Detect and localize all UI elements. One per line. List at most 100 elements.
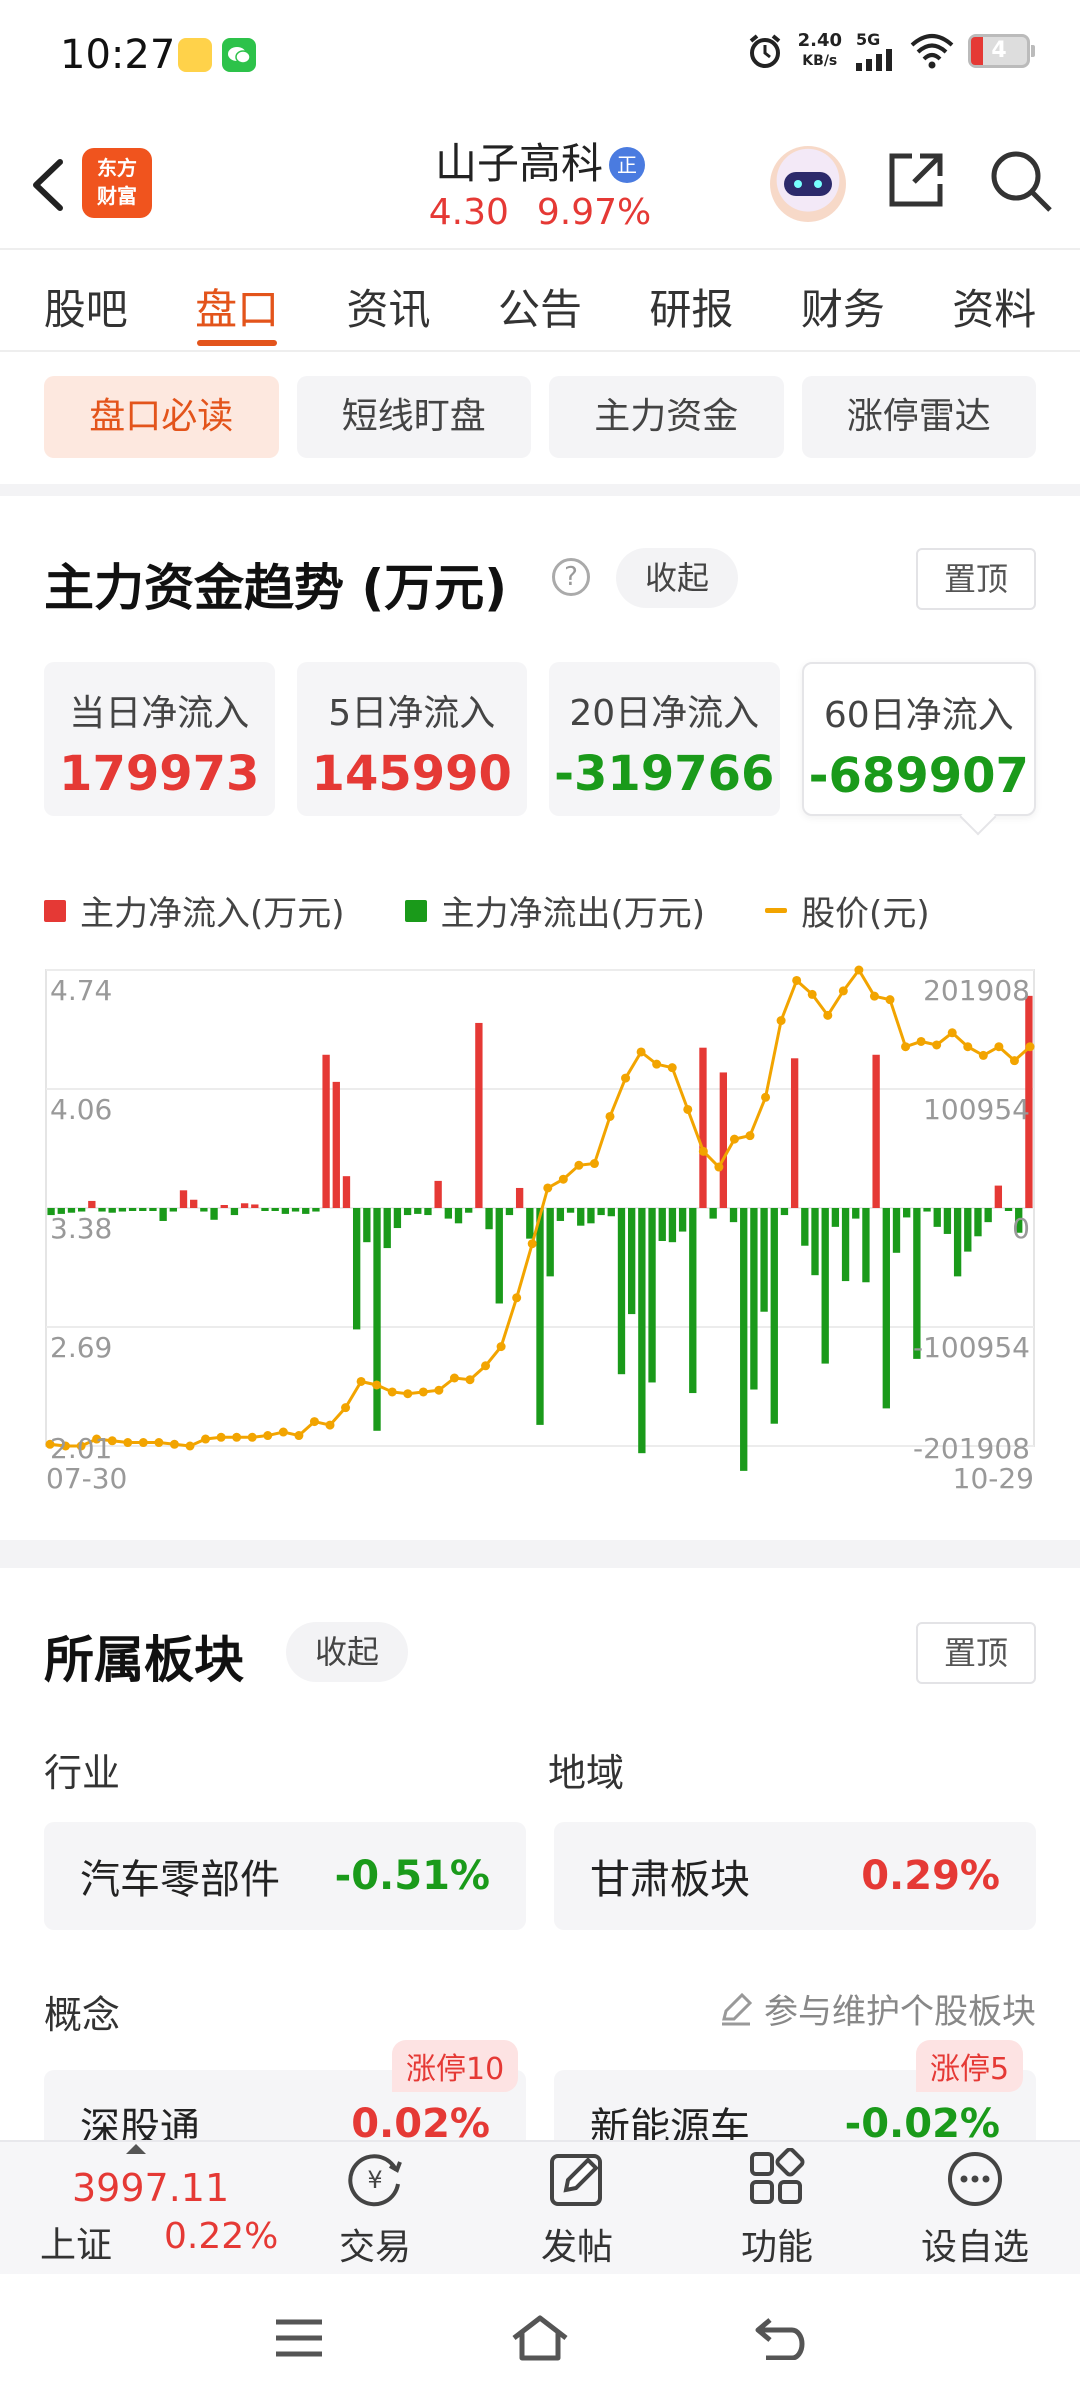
concept-name: 新能源车 xyxy=(590,2105,750,2140)
outflow-bar xyxy=(393,1208,402,1229)
signal-label: 5G xyxy=(856,30,881,49)
net-flow-card[interactable]: 60日净流入 -689907 xyxy=(801,662,1036,816)
subtab-4[interactable]: 涨停雷达 xyxy=(801,376,1036,458)
net-flow-card[interactable]: 20日净流入 -319766 xyxy=(549,662,780,816)
maintain-sector-link[interactable]: 参与维护个股板块 xyxy=(718,1984,1036,2033)
cell-signal-icon: 5G xyxy=(856,30,896,71)
tab-7[interactable]: 资料 xyxy=(948,270,1040,350)
price-point xyxy=(807,989,817,999)
outflow-bar xyxy=(363,1208,371,1243)
legend-outflow: 主力净流出(万元) xyxy=(404,886,705,935)
tab-2[interactable]: 盘口 xyxy=(191,270,283,350)
net-flow-card[interactable]: 当日净流入 179973 xyxy=(44,662,275,816)
price-point xyxy=(621,1073,631,1083)
index-name[interactable]: 上证 xyxy=(40,2216,112,2268)
net-flow-card[interactable]: 5日净流入 145990 xyxy=(296,662,527,816)
inflow-bar xyxy=(179,1190,188,1208)
index-value[interactable]: 3997.11 xyxy=(72,2166,229,2210)
ai-assistant-robot-icon[interactable] xyxy=(770,146,846,222)
region-pct: 0.29% xyxy=(861,1853,1000,1899)
fund-collapse-button[interactable]: 收起 xyxy=(616,548,738,608)
region-sector-card[interactable]: 甘肃板块 0.29% xyxy=(554,1822,1036,1930)
outflow-bar xyxy=(882,1208,890,1409)
index-up-arrow-icon xyxy=(126,2144,146,2154)
outflow-bar xyxy=(159,1208,167,1221)
outflow-bar xyxy=(556,1208,565,1221)
financing-badge-icon: 正 xyxy=(609,147,645,183)
outflow-bar xyxy=(526,1208,534,1239)
price-point xyxy=(652,1059,662,1069)
outflow-bar xyxy=(149,1208,157,1211)
subtab-1[interactable]: 盘口必读 xyxy=(44,376,279,458)
sub-tabs: 盘口必读 短线盯盘 主力资金 涨停雷达 xyxy=(44,376,1036,458)
more-dots-icon xyxy=(948,2152,1002,2206)
limit-up-tag: 涨停10 xyxy=(392,2040,519,2092)
outflow-bar xyxy=(617,1208,626,1375)
stock-change-pct: 9.97% xyxy=(536,192,652,233)
price-point xyxy=(341,1403,351,1413)
outflow-bar xyxy=(485,1208,493,1230)
header-divider xyxy=(0,248,1080,250)
outflow-bar xyxy=(780,1208,789,1216)
index-change[interactable]: 0.22% xyxy=(164,2216,278,2257)
inflow-bar xyxy=(434,1180,442,1208)
net-flow-label: 当日净流入 xyxy=(69,693,250,734)
price-point xyxy=(263,1431,273,1441)
outflow-bar xyxy=(546,1208,554,1277)
concept-pct: -0.02% xyxy=(844,2101,1000,2140)
outflow-bar xyxy=(689,1208,697,1394)
price-point xyxy=(496,1342,506,1352)
price-point xyxy=(138,1438,148,1448)
price-point xyxy=(309,1417,319,1427)
price-point xyxy=(558,1174,568,1184)
outflow-bar xyxy=(495,1208,503,1304)
outflow-bar xyxy=(638,1208,646,1454)
search-icon[interactable] xyxy=(988,148,1054,214)
fund-flow-chart[interactable]: 4.74 4.06 3.38 2.69 2.01 201908 100954 0 -100954… xyxy=(0,950,1080,1510)
y-left-tick: 3.38 xyxy=(50,1212,112,1245)
home-icon[interactable] xyxy=(510,2312,570,2362)
outflow-bar xyxy=(587,1208,595,1224)
outflow-bar xyxy=(831,1208,840,1227)
add-watchlist-button[interactable]: 设自选 xyxy=(910,2148,1040,2270)
help-icon[interactable]: ? xyxy=(552,558,590,596)
price-point xyxy=(792,975,802,985)
tab-3[interactable]: 资讯 xyxy=(343,270,435,350)
sector-pin-button[interactable]: 置顶 xyxy=(916,1622,1036,1684)
tab-4[interactable]: 公告 xyxy=(494,270,586,350)
share-icon[interactable] xyxy=(884,148,948,212)
outflow-bar xyxy=(230,1208,239,1216)
wifi-icon xyxy=(910,33,954,68)
price-point xyxy=(683,1104,693,1114)
tab-6[interactable]: 财务 xyxy=(797,270,889,350)
outflow-bar xyxy=(943,1208,952,1234)
price-point xyxy=(527,1239,537,1249)
outflow-bar xyxy=(139,1208,147,1211)
menu-icon[interactable] xyxy=(274,2318,324,2358)
tab-1[interactable]: 股吧 xyxy=(40,270,132,350)
function-button[interactable]: 功能 xyxy=(712,2148,842,2270)
fund-pin-button[interactable]: 置顶 xyxy=(916,548,1036,610)
trade-label: 交易 xyxy=(338,2227,411,2268)
y-left-tick: 2.69 xyxy=(50,1331,112,1364)
industry-pct: -0.51% xyxy=(334,1853,490,1899)
sector-collapse-button[interactable]: 收起 xyxy=(286,1622,408,1682)
outflow-bar xyxy=(729,1208,738,1223)
outflow-bar xyxy=(770,1208,778,1424)
post-button[interactable]: 发帖 xyxy=(512,2148,642,2270)
inflow-bar xyxy=(699,1047,707,1208)
tab-5[interactable]: 研报 xyxy=(645,270,737,350)
back-nav-icon[interactable] xyxy=(752,2314,808,2360)
subtab-2[interactable]: 短线盯盘 xyxy=(296,376,531,458)
subtab-3[interactable]: 主力资金 xyxy=(549,376,784,458)
trade-button[interactable]: ¥ 交易 xyxy=(310,2148,440,2270)
inflow-bar xyxy=(872,1054,880,1208)
price-point xyxy=(403,1389,413,1399)
industry-sector-card[interactable]: 汽车零部件 -0.51% xyxy=(44,1822,526,1930)
outflow-bar xyxy=(291,1208,300,1212)
function-label: 功能 xyxy=(740,2227,813,2268)
inflow-bar xyxy=(475,1022,483,1208)
system-nav-bar xyxy=(0,2274,1080,2400)
battery-icon: 4 xyxy=(968,33,1035,68)
inflow-bar xyxy=(515,1187,524,1208)
